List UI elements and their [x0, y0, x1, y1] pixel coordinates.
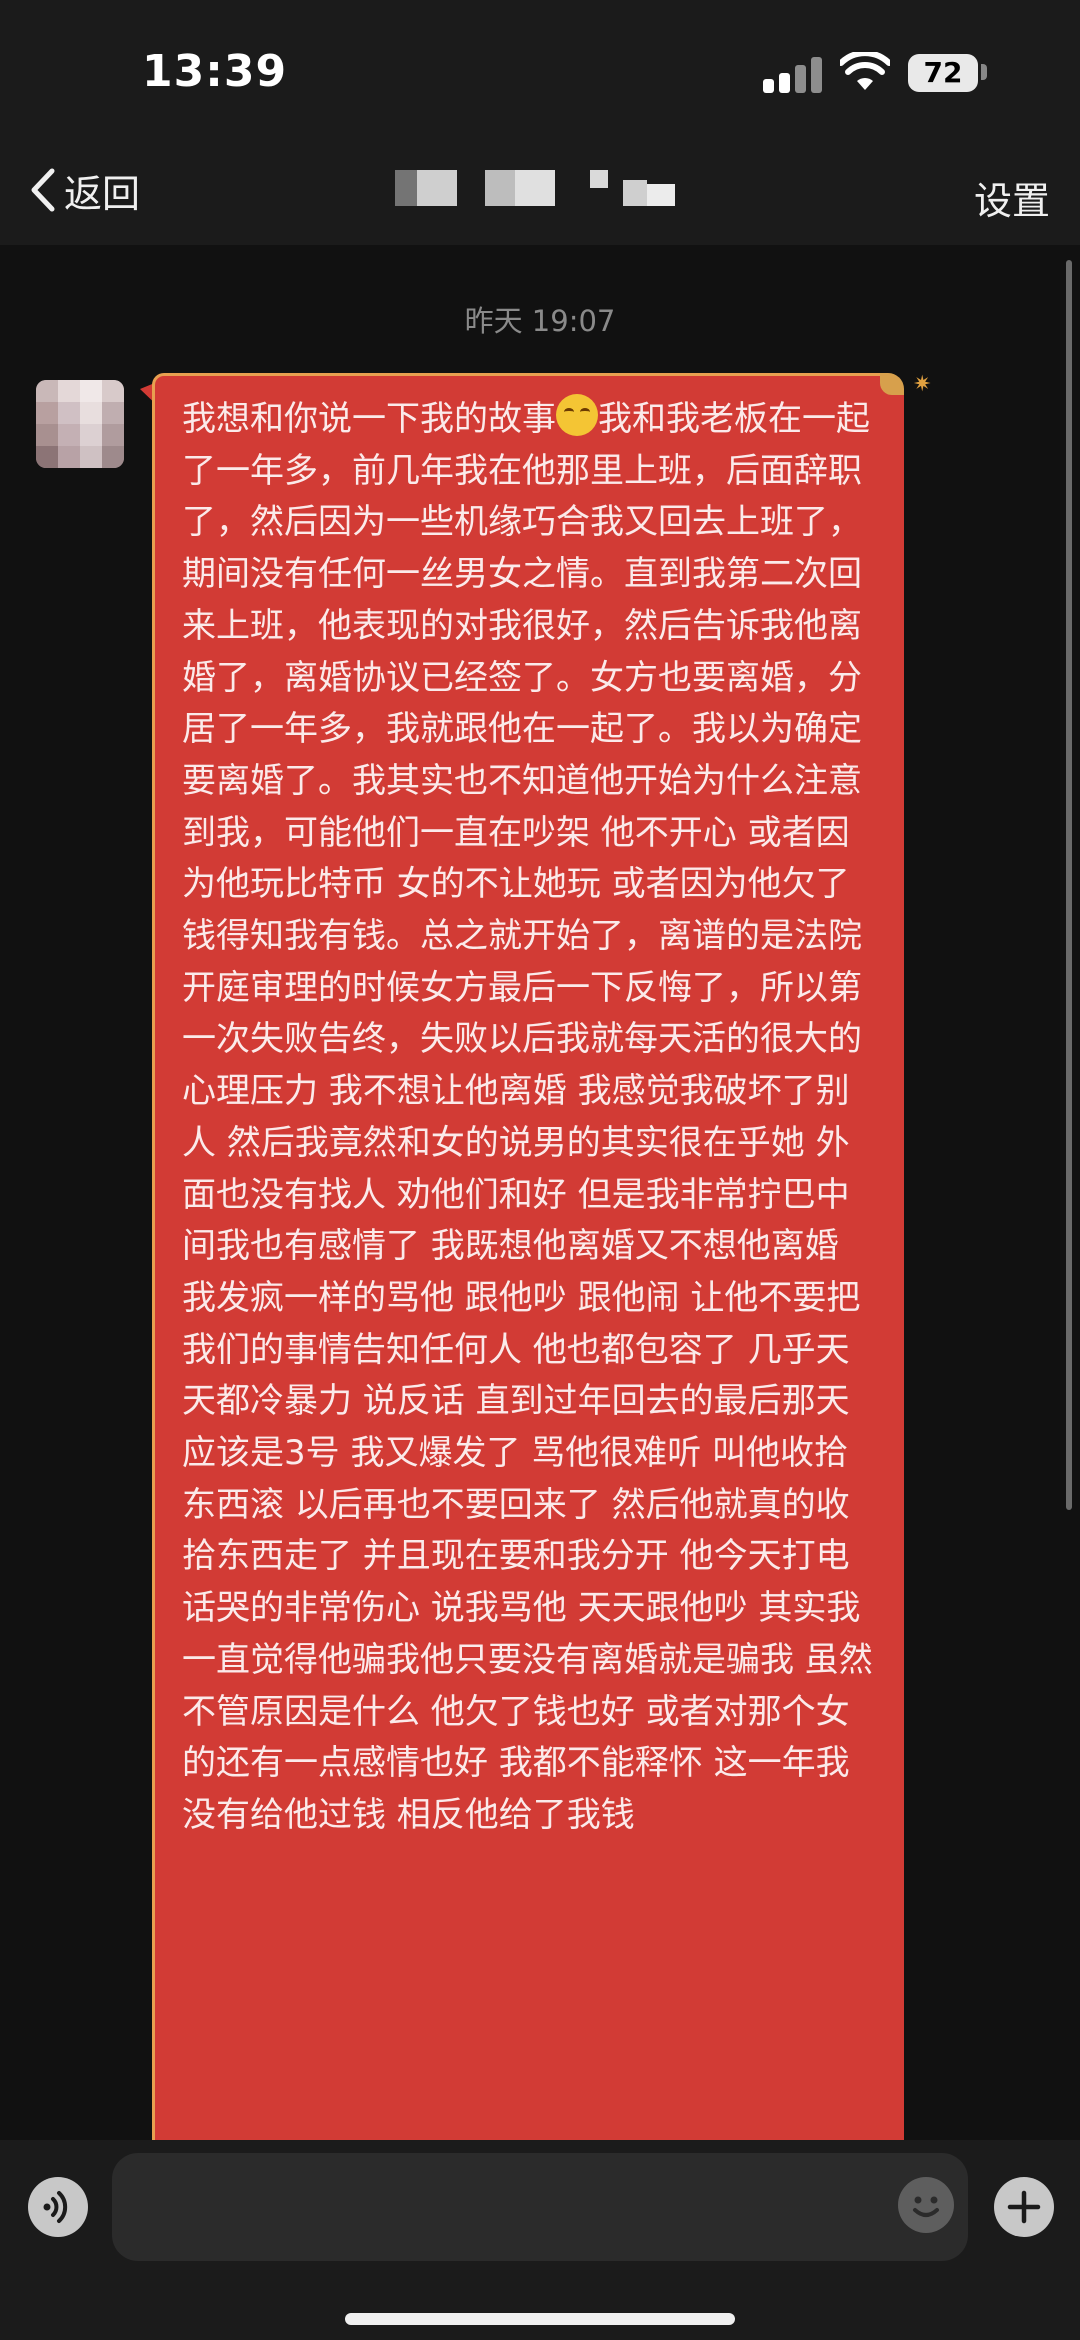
battery-indicator: 72: [908, 54, 978, 92]
nav-bar: 返回 设置: [0, 140, 1080, 245]
settings-button[interactable]: 设置: [974, 170, 1050, 225]
wifi-icon: [840, 52, 890, 90]
cellular-signal-icon: [763, 57, 823, 93]
chat-area[interactable]: 昨天 19:07 我想和你说一下我的故事 我和我老板在一起了一年多，前几年我在他那…: [0, 245, 1080, 2140]
message-text-part-2: 我和我老板在一起了一年多，前几年我在他那里上班，后面辞职了，然后因为一些机缘巧合…: [182, 399, 873, 1835]
back-button[interactable]: 返回: [28, 160, 140, 220]
bubble-decoration: [880, 373, 904, 395]
message-input[interactable]: [112, 2153, 968, 2261]
contact-name-redacted: [395, 170, 675, 210]
avatar[interactable]: [36, 380, 124, 468]
status-time: 13:39: [142, 46, 288, 97]
plus-button[interactable]: [994, 2177, 1054, 2237]
message-timestamp: 昨天 19:07: [464, 304, 616, 338]
input-bar: [0, 2140, 1080, 2340]
voice-icon: [43, 2191, 68, 2223]
chevron-left-icon: [31, 168, 55, 212]
loudly-crying-face-icon: [556, 394, 598, 436]
home-indicator: [345, 2313, 735, 2325]
back-label: 返回: [64, 171, 141, 216]
emoji-button[interactable]: [898, 2177, 954, 2233]
scrollbar[interactable]: [1066, 260, 1072, 1510]
voice-button[interactable]: [28, 2177, 88, 2237]
message-bubble[interactable]: 我想和你说一下我的故事 我和我老板在一起了一年多，前几年我在他那里上班，后面辞职了…: [152, 373, 904, 2140]
plus-icon: [1007, 2190, 1041, 2224]
status-bar: 13:39 72: [0, 0, 1080, 140]
message-text: 我想和你说一下我的故事 我和我老板在一起了一年多，前几年我在他那里上班，后面辞职了…: [182, 394, 882, 1842]
battery-cap: [981, 64, 987, 80]
sparkle-icon: ✷: [913, 372, 932, 397]
message-text-part-1: 我想和你说一下我的故事: [182, 399, 556, 439]
smile-icon: [913, 2196, 939, 2217]
